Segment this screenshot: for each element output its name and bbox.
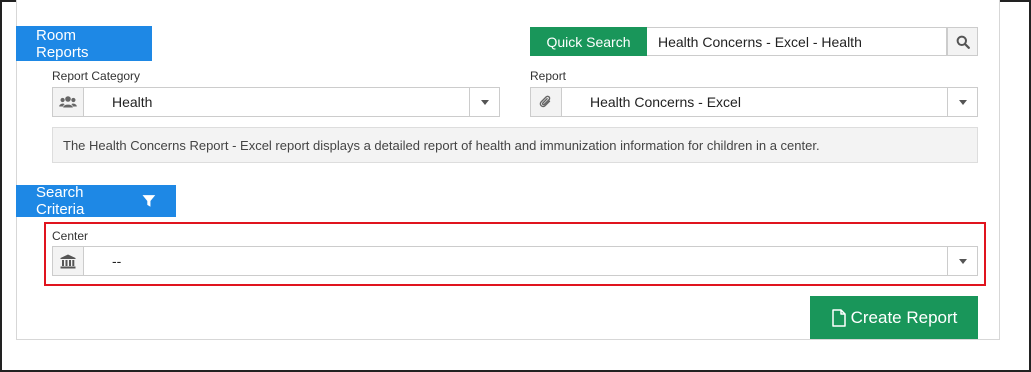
center-addon [53, 247, 84, 275]
report-category-label: Report Category [52, 69, 141, 83]
report-value: Health Concerns - Excel [590, 94, 741, 110]
quick-search-label: Quick Search [546, 33, 631, 50]
report-select[interactable]: Health Concerns - Excel [530, 87, 978, 117]
room-reports-label: Room Reports [36, 26, 89, 61]
report-category-dropdown-toggle[interactable] [469, 88, 499, 116]
create-report-button[interactable]: Create Report [810, 296, 978, 339]
search-criteria-button[interactable]: Search Criteria [16, 184, 176, 218]
create-report-label: Create Report [850, 307, 958, 327]
center-dropdown-toggle[interactable] [947, 247, 977, 275]
quick-search-button[interactable]: Quick Search [530, 27, 647, 56]
quick-search-input[interactable]: Health Concerns - Excel - Health [647, 27, 947, 56]
search-icon [956, 35, 970, 49]
report-category-value: Health [112, 94, 153, 110]
report-category-select[interactable]: Health [52, 87, 500, 117]
caret-down-icon [480, 99, 489, 105]
caret-down-icon [958, 99, 967, 105]
search-criteria-label: Search Criteria [36, 184, 85, 218]
room-reports-button[interactable]: Room Reports [16, 26, 152, 61]
users-icon [59, 96, 77, 108]
quick-search-submit[interactable] [947, 27, 978, 56]
quick-search-value: Health Concerns - Excel - Health [658, 33, 862, 50]
report-dropdown-toggle[interactable] [947, 88, 977, 116]
center-value: -- [112, 253, 122, 269]
report-label: Report [530, 69, 567, 83]
center-label: Center [52, 229, 89, 243]
report-description: The Health Concerns Report - Excel repor… [52, 127, 978, 163]
paperclip-icon [539, 95, 551, 108]
report-category-addon [53, 88, 84, 116]
center-select[interactable]: -- [52, 246, 978, 276]
filter-icon [142, 195, 156, 207]
report-addon [531, 88, 562, 116]
report-description-text: The Health Concerns Report - Excel repor… [63, 137, 820, 153]
caret-down-icon [958, 258, 967, 264]
bank-icon [60, 254, 76, 268]
document-icon [831, 308, 846, 327]
